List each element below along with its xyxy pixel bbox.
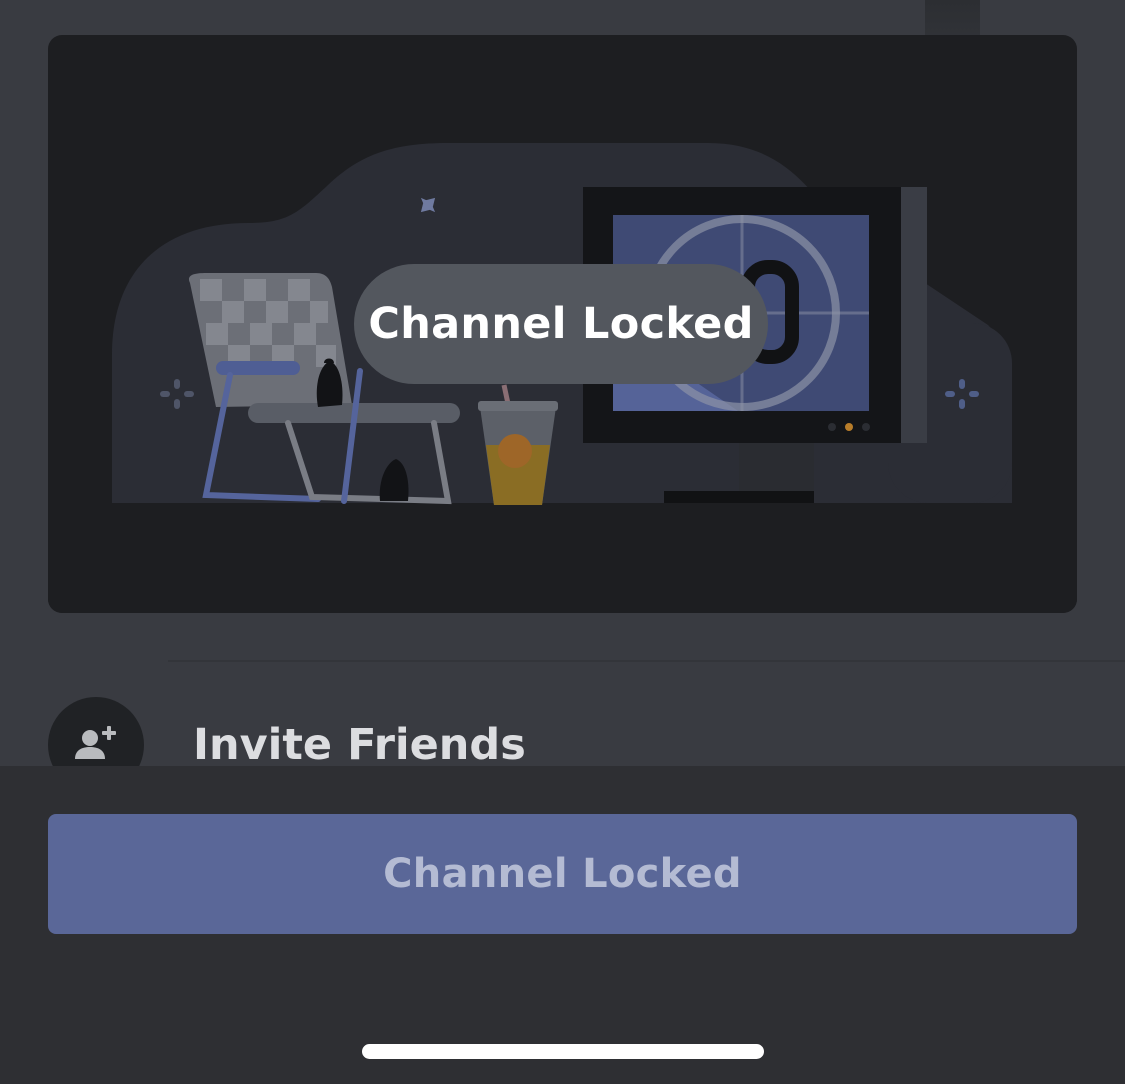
channel-locked-toast: Channel Locked — [354, 264, 768, 384]
monitor-stand — [739, 443, 814, 491]
drink-lid — [478, 401, 558, 411]
channel-locked-button[interactable]: Channel Locked — [48, 814, 1077, 934]
monitor-base — [664, 491, 814, 505]
bottom-action-panel: Channel Locked — [0, 766, 1125, 1084]
channel-screen: Channel Locked Invite Friends Channel Lo… — [0, 0, 1125, 1084]
drink-orange — [498, 434, 532, 468]
invite-avatar — [48, 697, 144, 766]
section-divider — [168, 660, 1125, 662]
add-friend-icon — [75, 726, 116, 759]
channel-banner: Channel Locked — [48, 35, 1077, 613]
home-indicator[interactable] — [362, 1044, 764, 1059]
floor — [48, 503, 1077, 613]
monitor-side — [901, 187, 927, 443]
invite-friends-label: Invite Friends — [193, 720, 526, 766]
invite-friends-row[interactable]: Invite Friends — [0, 680, 1125, 766]
